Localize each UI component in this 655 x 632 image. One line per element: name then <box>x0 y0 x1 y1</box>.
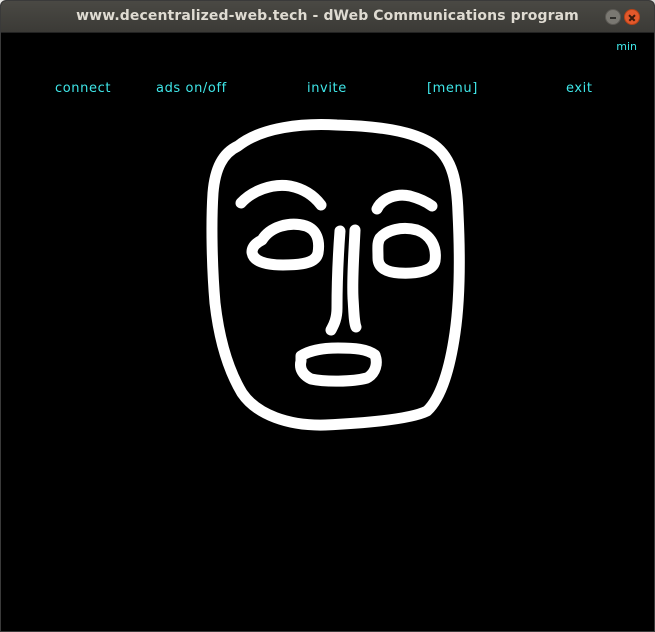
minimize-window-icon[interactable] <box>605 9 621 25</box>
face-drawing <box>206 119 465 431</box>
titlebar[interactable]: www.decentralized-web.tech - dWeb Commun… <box>1 1 654 33</box>
mouth <box>295 342 382 387</box>
left-eyebrow <box>235 179 327 211</box>
nose-left-line <box>325 225 346 336</box>
window-title: www.decentralized-web.tech - dWeb Commun… <box>76 8 579 24</box>
close-window-icon[interactable] <box>624 9 640 25</box>
right-eye <box>372 222 441 279</box>
drawing-canvas[interactable]: min connect ads on/off invite [menu] exi… <box>7 33 645 631</box>
app-window: www.decentralized-web.tech - dWeb Commun… <box>0 0 655 632</box>
left-eye <box>246 218 325 271</box>
right-eyebrow <box>371 189 438 215</box>
nose-right-line <box>347 224 362 333</box>
